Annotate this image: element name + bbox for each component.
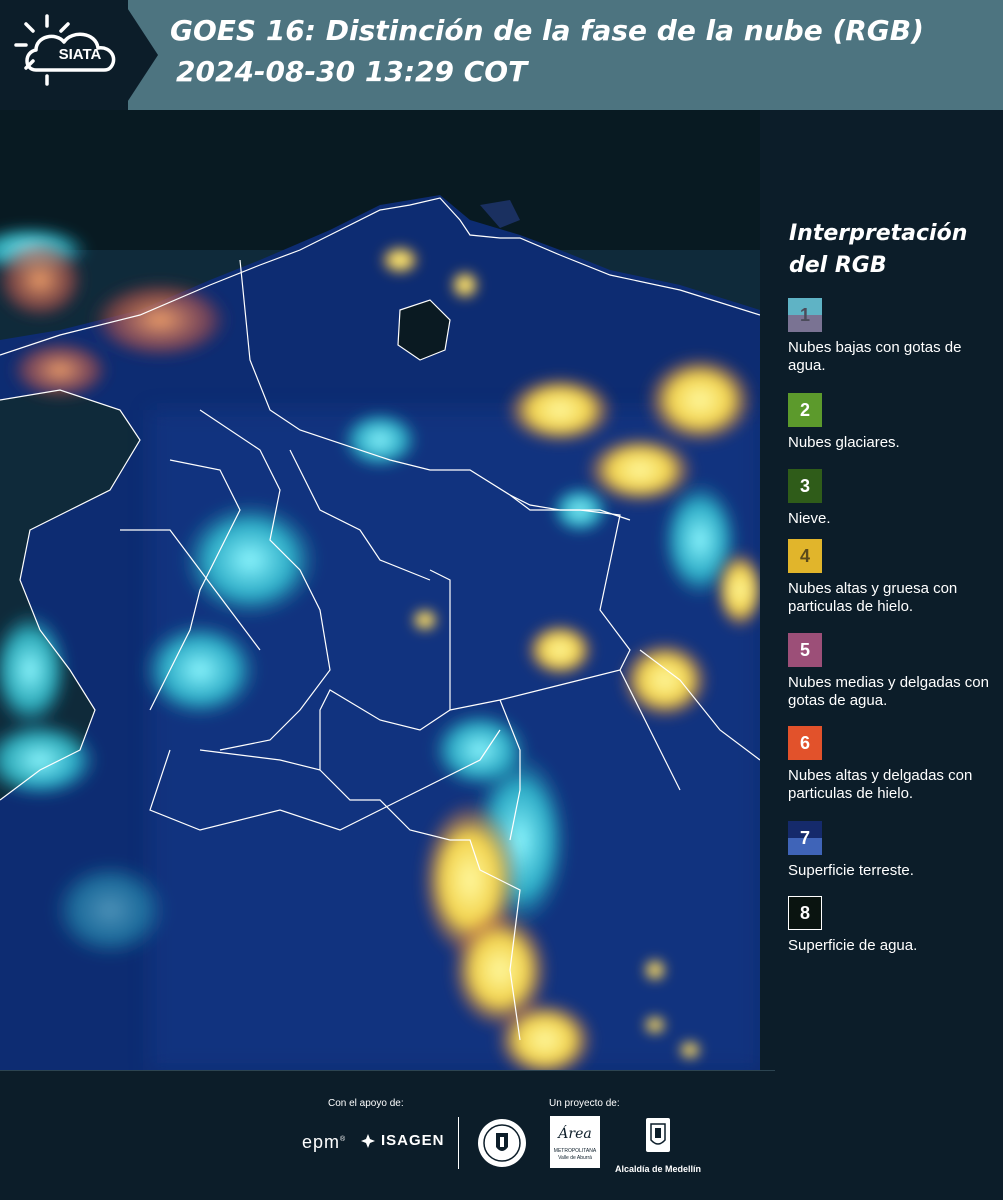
epm-logo-text: epm [302, 1132, 341, 1152]
isagen-logo[interactable]: ISAGEN [360, 1132, 445, 1149]
legend-panel: Interpretación del RGB 1 Nubes bajas con… [760, 110, 1003, 1070]
legend-title: Interpretación del RGB [789, 221, 968, 278]
divider [0, 1070, 775, 1071]
legend-number: 4 [799, 545, 810, 566]
support-label: Con el apoyo de: [328, 1098, 404, 1109]
legend-item: 1 Nubes bajas con gotas de agua. [788, 298, 993, 375]
legend-swatch: 6 [788, 726, 822, 760]
legend-item: 6 Nubes altas y delgadas con particulas … [788, 726, 993, 803]
satellite-image [0, 110, 760, 1070]
legend-swatch: 5 [788, 633, 822, 667]
footer-divider [458, 1117, 459, 1169]
legend-item: 2 Nubes glaciares. [788, 393, 993, 452]
legend-label: Nubes bajas con gotas de agua. [788, 339, 962, 374]
legend-label: Nubes altas y gruesa con particulas de h… [788, 580, 958, 615]
legend-swatch: 2 [788, 393, 822, 427]
legend-number: 7 [799, 827, 810, 848]
legend-number: 1 [799, 304, 810, 325]
legend-item: 5 Nubes medias y delgadas con gotas de a… [788, 633, 993, 710]
legend-label: Nubes altas y delgadas con particulas de… [788, 767, 973, 802]
legend-label: Superficie terreste. [788, 862, 914, 879]
area-logo-sub2: Valle de Aburrá [558, 1155, 592, 1161]
legend-number: 8 [799, 902, 810, 923]
area-metropolitana-logo[interactable]: Área METROPOLITANA Valle de Aburrá [550, 1116, 600, 1173]
legend-swatch: 3 [788, 469, 822, 503]
isagen-mark-icon [361, 1133, 375, 1148]
legend-swatch: 8 [788, 896, 822, 930]
legend-swatch: 4 [788, 539, 822, 573]
coat-of-arms-icon [646, 1118, 670, 1152]
alcaldia-logo[interactable]: Alcaldía de Medellín [612, 1116, 704, 1174]
legend-item: 3 Nieve. [788, 469, 993, 528]
epm-logo[interactable]: epm® [302, 1132, 346, 1153]
legend-number: 5 [799, 639, 810, 660]
satellite-map[interactable] [0, 110, 760, 1070]
legend-item: 4 Nubes altas y gruesa con particulas de… [788, 539, 993, 616]
area-logo-text: Área [558, 1126, 592, 1142]
legend-item: 8 Superficie de agua. [788, 896, 993, 955]
legend-label: Nubes glaciares. [788, 434, 900, 451]
logo-text: SIATA [58, 46, 102, 63]
legend-swatch: 1 [788, 298, 822, 332]
legend-label: Nubes medias y delgadas con gotas de agu… [788, 674, 989, 709]
footer: Con el apoyo de: Un proyecto de: epm® IS… [0, 1070, 1003, 1200]
legend-label: Superficie de agua. [788, 937, 918, 954]
timestamp: 2024-08-30 13:29 COT [176, 55, 528, 88]
page-title: GOES 16: Distinción de la fase de la nub… [170, 14, 924, 47]
header: SIATA GOES 16: Distinción de la fase de … [0, 0, 1003, 110]
legend-label: Nieve. [788, 510, 831, 527]
legend-swatch: 7 [788, 821, 822, 855]
isagen-text: ISAGEN [381, 1132, 445, 1149]
project-label: Un proyecto de: [549, 1098, 620, 1109]
legend-item: 7 Superficie terreste. [788, 821, 993, 880]
alcaldia-text: Alcaldía de Medellín [614, 1164, 702, 1174]
legend-number: 2 [799, 399, 810, 420]
area-logo-sub: METROPOLITANA [553, 1148, 597, 1154]
legend-number: 3 [799, 475, 810, 496]
seal-icon[interactable] [476, 1117, 528, 1169]
legend-number: 6 [799, 732, 810, 753]
